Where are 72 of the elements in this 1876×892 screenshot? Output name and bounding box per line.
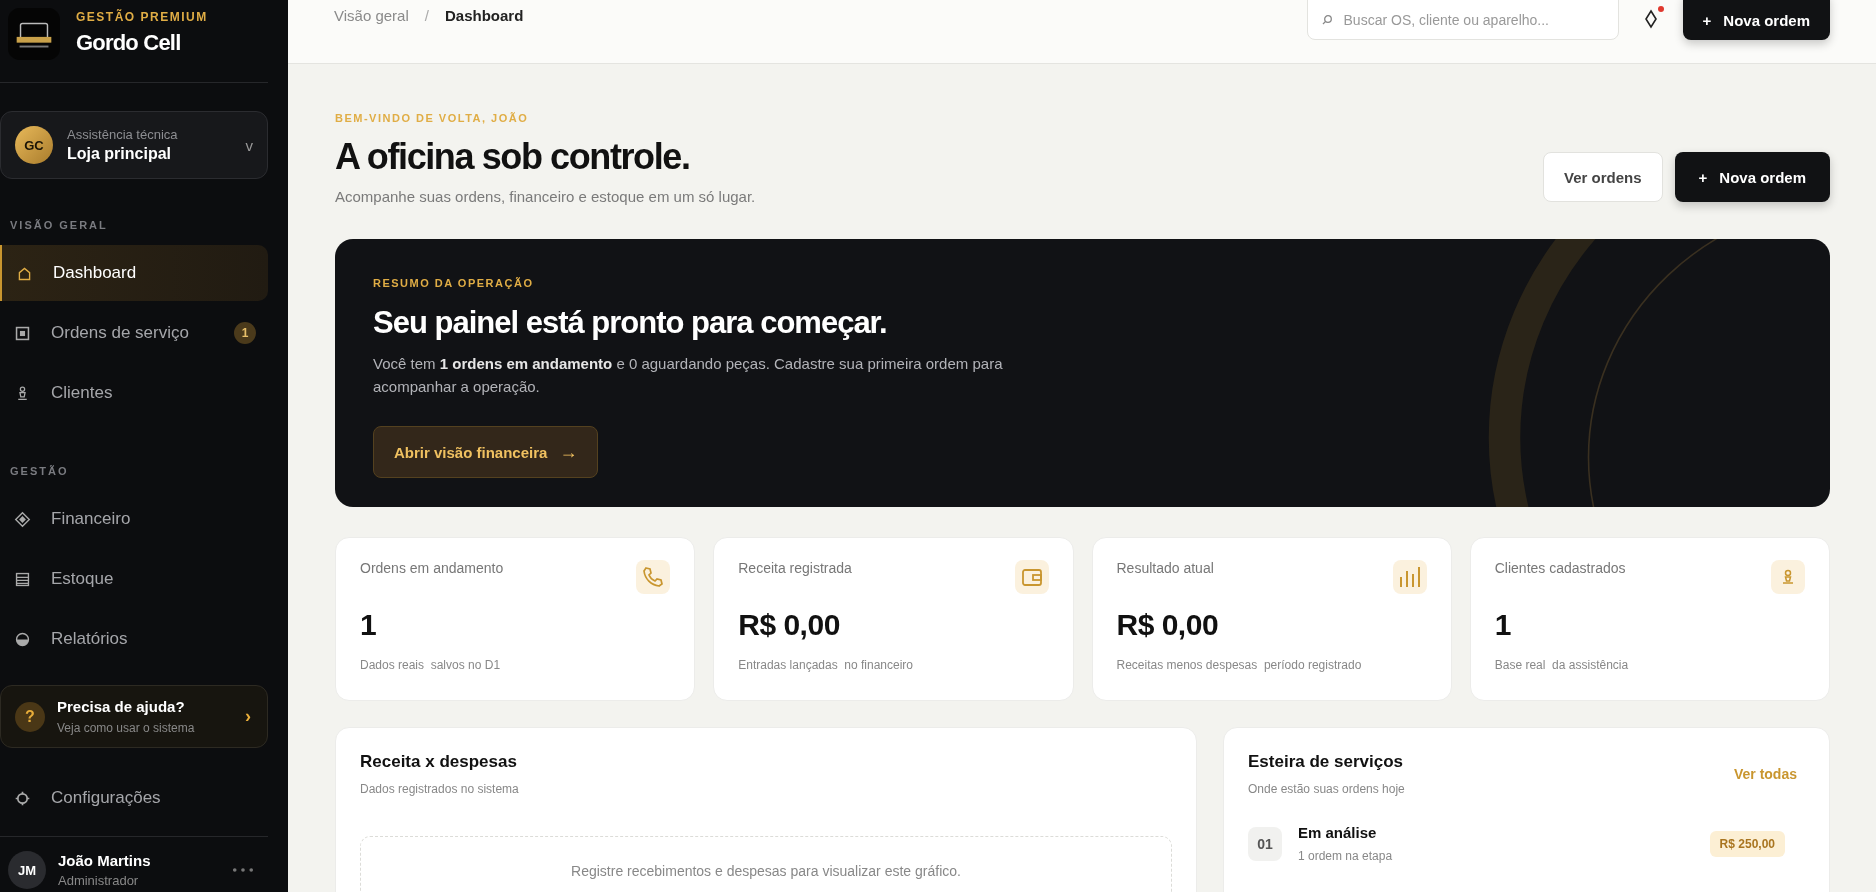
diamond-icon [14,510,31,528]
list-icon [14,570,31,588]
stat-value: R$ 0,00 [1116,608,1220,642]
amount-badge: R$ 250,00 [1709,830,1785,857]
breadcrumb-current: Dashboard [444,7,524,24]
financial-view-button[interactable]: Abrir visão financeira → [373,426,599,478]
page-title: A oficina sob controle. [335,136,691,178]
nav-item[interactable]: Configurações [0,770,268,826]
settings-icon [14,789,31,807]
page-subtitle: Acompanhe suas ordens, financeiro e estoque em um só lugar. [335,188,756,205]
stat-note: Entradas lançadas no financeiro [738,658,915,672]
half-circle-icon [14,630,31,648]
panel-subtitle: Dados registrados no sistema [360,782,520,796]
stat-value: 1 [1494,608,1512,642]
bar-chart-icon [1392,560,1427,594]
store-avatar: GC [15,126,53,164]
stat-note: Dados reais salvos no D1 [360,658,502,672]
phone-icon [636,560,671,594]
new-order-button[interactable]: + Nova ordem [1674,152,1830,202]
stage-subtitle: 1 ordem na etapa [1298,849,1394,863]
logo-icon [8,8,60,60]
store-selector[interactable]: GC Assistência técnica Loja principal v [0,111,268,179]
welcome-eyebrow: BEM-VINDO DE VOLTA, JOÃO [335,112,530,124]
stage-number: 01 [1248,826,1282,861]
summary-text: Você tem 1 ordens em andamento e 0 aguardando peças. Cadastre sua primeira ordem para acompanhar a operação. [373,354,1004,397]
summary-eyebrow: RESUMO DA OPERAÇÃO [373,277,535,289]
person-icon [1771,560,1805,594]
stat-label: Clientes cadastrados [1494,560,1626,576]
user-avatar: JM [8,851,46,889]
store-caption: Assistência técnica [67,127,179,142]
nav-section-title: GESTÃO [9,464,70,479]
stat-label: Receita registrada [738,560,852,576]
panel-title: Receita x despesas [360,752,518,772]
stat-value: 1 [360,608,378,642]
wallet-icon [1014,560,1049,594]
count-badge: 1 [234,322,256,344]
brand-name: Gordo Cell [76,30,182,56]
diamond-icon [1643,9,1658,29]
help-icon: ? [15,701,45,732]
breadcrumb-separator: / [424,7,429,24]
empty-message: Registre recebimentos e despesas para visualizar este gráfico. [571,863,961,881]
nav-item[interactable]: Dashboard [0,245,268,301]
nav-section-title: VISÃO GERAL [9,218,109,233]
stage-title: Em análise [1298,824,1378,841]
square-icon [14,324,31,342]
chevron-icon: v [245,136,253,154]
nav-item[interactable]: Clientes [0,365,268,421]
store-name: Loja principal [67,145,172,163]
stat-note: Receitas menos despesas período registrado [1116,658,1363,672]
help-title: Precisa de ajuda? [57,698,186,715]
view-orders-button[interactable]: Ver ordens [1543,152,1663,202]
brand-tagline: GESTÃO PREMIUM [76,10,208,24]
nav-item[interactable]: Financeiro [0,491,268,547]
help-card[interactable]: ? Precisa de ajuda? Veja como usar o sistema › [0,685,268,748]
stat-label: Resultado atual [1116,560,1214,576]
chevron-icon: › [245,706,251,727]
summary-title: Seu painel está pronto para começar. [373,305,888,341]
search-icon [1320,14,1333,26]
more-icon[interactable] [232,867,254,873]
new-order-button[interactable]: + Nova ordem [1682,0,1830,40]
stat-label: Ordens em andamento [360,560,504,576]
panel-title: Esteira de serviços [1248,752,1404,772]
nav-item[interactable]: Estoque [0,551,268,607]
help-subtitle: Veja como usar o sistema [57,721,196,735]
nav-item[interactable]: Relatórios [0,611,268,667]
user-name: João Martins [58,852,152,869]
stat-value: R$ 0,00 [738,608,841,642]
user-role: Administrador [58,873,140,888]
panel-subtitle: Onde estão suas ordens hoje [1248,782,1405,796]
stat-note: Base real da assistência [1494,658,1630,672]
nav-item[interactable]: Ordens de serviço 1 [0,305,268,361]
search-field[interactable]: Buscar OS, cliente ou aparelho... [1306,0,1619,40]
